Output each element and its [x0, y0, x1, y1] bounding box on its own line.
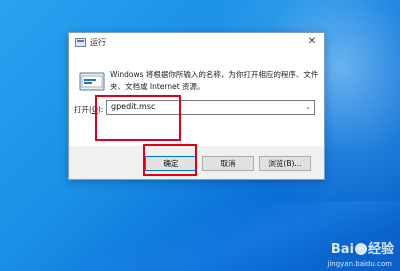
watermark-url: jingyan.baidu.com — [327, 260, 392, 268]
run-description: Windows 将根据你所输入的名称，为你打开相应的程序、文件夹、文档或 Int… — [110, 70, 319, 91]
dropdown-arrow-icon[interactable]: ⌄ — [305, 101, 311, 114]
run-app-icon — [79, 72, 105, 91]
cancel-button[interactable]: 取消 — [202, 156, 254, 171]
title-bar[interactable]: 运行 ✕ — [69, 33, 324, 53]
close-icon[interactable]: ✕ — [306, 36, 318, 48]
baidu-paw-icon — [354, 243, 367, 255]
highlight-command-box — [95, 95, 181, 141]
browse-button[interactable]: 浏览(B)... — [259, 156, 311, 171]
run-title-icon — [75, 38, 86, 47]
highlight-ok-button — [143, 144, 197, 176]
baidu-watermark: Bai 经验 — [330, 242, 394, 257]
dialog-title: 运行 — [90, 38, 106, 47]
